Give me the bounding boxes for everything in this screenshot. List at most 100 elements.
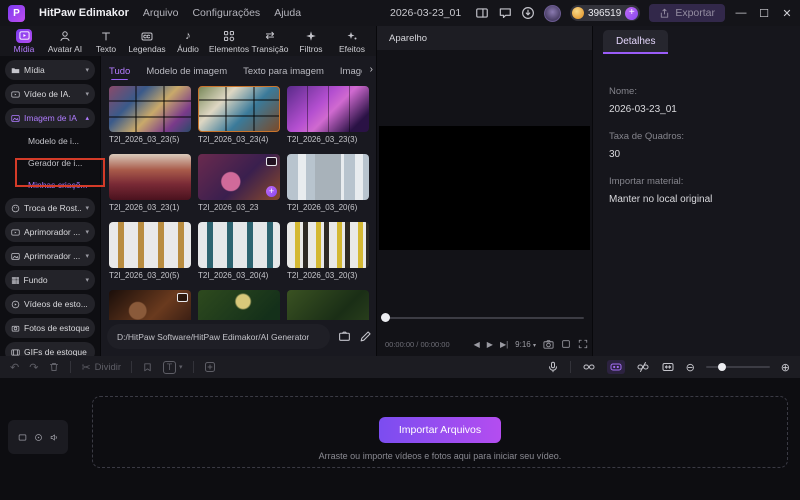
tab-filtros[interactable]: Filtros [291, 29, 331, 54]
close-button[interactable]: ✕ [780, 7, 794, 20]
delete-icon[interactable] [48, 361, 60, 373]
add-frame-icon[interactable] [204, 361, 216, 373]
media-item[interactable] [198, 290, 282, 320]
menu-ajuda[interactable]: Ajuda [274, 7, 301, 19]
media-item[interactable]: + T2I_2026_03_23 [198, 154, 282, 212]
zoom-in-icon[interactable]: ⊕ [781, 361, 790, 374]
previous-frame-icon[interactable]: ◀ [474, 340, 480, 349]
tab-legendas[interactable]: Legendas [127, 29, 167, 54]
next-frame-icon[interactable]: ▶| [500, 340, 508, 349]
media-item[interactable]: T2I_2026_03_20(3) [287, 222, 371, 280]
feedback-icon[interactable] [498, 6, 512, 20]
tab-avatar-ai[interactable]: Avatar AI [45, 29, 85, 54]
snapshot-camera-icon[interactable] [543, 339, 554, 350]
media-item[interactable]: T2I_2026_03_20(5) [109, 222, 193, 280]
sidebar-item-aprimorador-imagem[interactable]: Aprimorador ... ▾ [5, 246, 95, 266]
avatar[interactable] [543, 4, 561, 22]
media-tab-tudo[interactable]: Tudo [109, 66, 130, 80]
tab-detalhes[interactable]: Detalhes [603, 30, 669, 54]
media-tab-imagem-de-referencia[interactable]: Imagem de referência [340, 66, 362, 77]
export-button[interactable]: Exportar [649, 4, 725, 22]
media-icon [16, 28, 32, 43]
text-tool-button[interactable]: T ▾ [163, 360, 183, 374]
timeline-zoom-slider[interactable] [705, 363, 770, 371]
tab-efeitos[interactable]: Efeitos [332, 29, 372, 54]
chevron-down-icon: ▾ [85, 205, 89, 212]
marker-icon[interactable] [142, 362, 153, 373]
seek-handle[interactable] [381, 313, 390, 322]
sidebar-item-video-ia[interactable]: Vídeo de IA. ▾ [5, 84, 95, 104]
media-item-label: T2I_2026_03_20(3) [287, 271, 358, 280]
chevron-down-icon: ▾ [85, 67, 89, 74]
media-tab-texto-para-imagem[interactable]: Texto para imagem [243, 66, 324, 77]
media-item[interactable]: T2I_2026_03_23(3) [287, 86, 371, 144]
media-item[interactable]: T2I_2026_03_20(4) [198, 222, 282, 280]
media-item-label: T2I_2026_03_23 [198, 203, 259, 212]
tab-elementos[interactable]: Elementos [209, 29, 249, 54]
zoom-out-icon[interactable]: ⊖ [686, 361, 695, 374]
time-display: 00:00:00 / 00:00:00 [385, 339, 450, 349]
media-item[interactable]: T2I_2026_03_23(5) [109, 86, 193, 144]
sidebar-item-midia[interactable]: Mídia ▾ [5, 60, 95, 80]
maximize-button[interactable]: ☐ [757, 7, 771, 20]
import-files-button[interactable]: Importar Arquivos [379, 417, 501, 443]
add-credits-icon[interactable]: + [625, 6, 639, 20]
sidebar-item-gifs-de-estoque[interactable]: GIFs de estoque [5, 342, 95, 356]
minimize-button[interactable]: — [734, 7, 748, 19]
chevron-right-icon[interactable]: › [370, 64, 373, 75]
tab-audio[interactable]: ♪ Áudio [168, 29, 208, 54]
tab-texto[interactable]: Texto [86, 29, 126, 54]
video-canvas[interactable] [379, 126, 590, 250]
hide-track-icon[interactable] [34, 433, 43, 442]
resize-icon[interactable] [561, 339, 571, 349]
media-thumbnail [198, 222, 280, 268]
menu-arquivo[interactable]: Arquivo [143, 7, 179, 19]
fit-timeline-icon[interactable] [661, 361, 675, 373]
edit-pencil-icon[interactable] [359, 330, 372, 343]
media-item[interactable] [287, 290, 371, 320]
media-tab-modelo-de-imagem[interactable]: Modelo de imagem [146, 66, 227, 77]
mute-track-icon[interactable] [50, 433, 59, 442]
sidebar-item-fundo[interactable]: ▦ Fundo ▾ [5, 270, 95, 290]
redo-icon[interactable]: ↷ [29, 361, 38, 374]
open-folder-icon[interactable] [338, 330, 351, 343]
import-drop-zone[interactable]: Importar Arquivos Arraste ou importe víd… [92, 396, 788, 468]
track-thumbnail-icon[interactable] [18, 433, 27, 442]
sidebar-item-aprimorador-video[interactable]: Aprimorador ... ▾ [5, 222, 95, 242]
path-bar: D:/HitPaw Software/HitPaw Edimakor/AI Ge… [107, 324, 372, 349]
zoom-slider-handle[interactable] [717, 363, 726, 371]
media-thumbnail [287, 290, 369, 320]
sidebar-item-modelo-de-imagem[interactable]: Modelo de i... [0, 132, 100, 150]
media-item[interactable]: T2I_2026_03_23(1) [109, 154, 193, 212]
sidebar-item-fotos-de-estoque[interactable]: Fotos de estoque [5, 318, 95, 338]
download-icon[interactable] [521, 6, 535, 20]
sidebar-item-videos-de-estoque[interactable]: Vídeos de esto... [5, 294, 95, 314]
menu-configuracoes[interactable]: Configurações [192, 7, 260, 19]
link-icon[interactable] [582, 361, 596, 373]
microphone-icon[interactable] [547, 361, 559, 373]
split-button[interactable]: ✂ Dividir [81, 361, 121, 374]
layout-icon[interactable] [475, 6, 489, 20]
play-icon[interactable]: ▶ [487, 340, 493, 349]
undo-icon[interactable]: ↶ [10, 361, 19, 374]
sidebar-item-troca-de-rosto[interactable]: Troca de Rost... ▾ [5, 198, 95, 218]
media-item[interactable]: T2I_2026_03_23(4) [198, 86, 282, 144]
tab-midia[interactable]: Mídia [4, 28, 44, 54]
path-pill[interactable]: D:/HitPaw Software/HitPaw Edimakor/AI Ge… [107, 324, 330, 349]
unlink-icon[interactable] [636, 361, 650, 373]
media-thumbnail [109, 222, 191, 268]
sidebar-item-imagem-ia[interactable]: Imagem de IA ▴ [5, 108, 95, 128]
tab-transicao[interactable]: ⇄ Transição [250, 29, 290, 54]
media-item[interactable]: T2I_2026_03_20(6) [287, 154, 371, 212]
add-badge-icon[interactable]: + [266, 186, 277, 197]
fullscreen-icon[interactable] [578, 339, 588, 349]
seek-bar[interactable] [385, 317, 584, 319]
drop-hint-text: Arraste ou importe vídeos e fotos aqui p… [318, 451, 562, 461]
aspect-ratio-select[interactable]: 9:16 ▾ [515, 340, 536, 349]
scissors-icon: ✂ [81, 361, 91, 374]
media-item[interactable] [109, 290, 193, 320]
credits-pill[interactable]: 396519 + [569, 5, 641, 21]
media-thumbnail [198, 86, 280, 132]
track-header [8, 420, 68, 454]
magnet-snap-icon[interactable] [606, 360, 625, 374]
